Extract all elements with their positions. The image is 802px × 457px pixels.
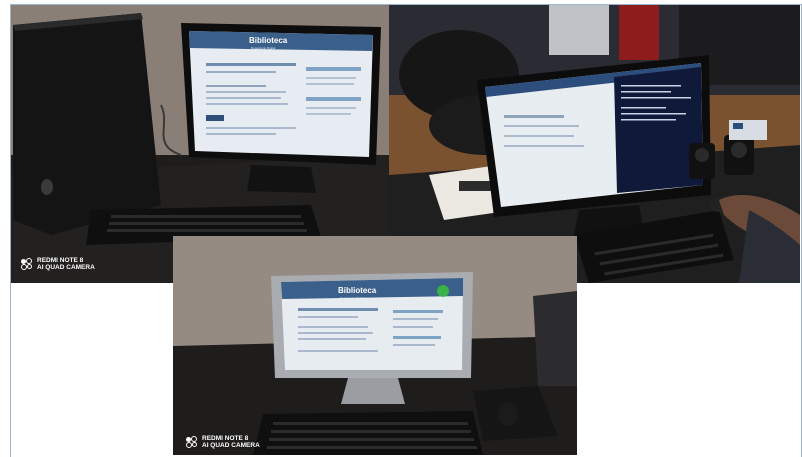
photo-3-screen-title: Biblioteca [338,286,377,295]
watermark-line-2: AI QUAD CAMERA [202,442,260,449]
photo-1-screen-subtitle: Repositorio Digital [251,46,276,50]
photo-computer-setup-3: Biblioteca Repositorio Digital REDMI NOT… [173,236,577,455]
photo-3-scene [173,236,577,455]
photo-1-camera-watermark: REDMI NOTE 8 AI QUAD CAMERA [21,257,95,271]
watermark-line-1: REDMI NOTE 8 [202,435,249,442]
photo-3-screen-subtitle: Repositorio Digital [340,296,365,300]
camera-dots-icon [186,436,198,448]
photo-3-camera-watermark: REDMI NOTE 8 AI QUAD CAMERA [186,435,260,449]
photo-1-screen-title: Biblioteca [249,36,288,45]
camera-dots-icon [21,258,33,270]
watermark-line-1: REDMI NOTE 8 [37,257,84,264]
watermark-line-2: AI QUAD CAMERA [37,264,95,271]
